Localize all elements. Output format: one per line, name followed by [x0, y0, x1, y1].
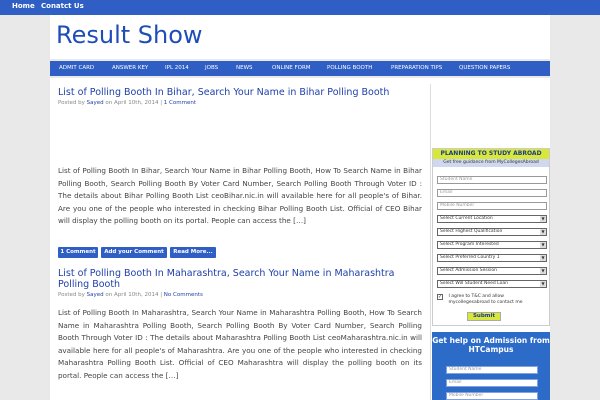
meta-comments[interactable]: 1 Comment — [164, 100, 196, 106]
agree-row: ✓ I agree to T&C and allow mycollegesabr… — [437, 294, 547, 306]
post-maharashtra: List of Polling Booth In Maharashtra, Se… — [58, 268, 422, 298]
country-select-value: Select Preferred Country 1 — [440, 255, 500, 260]
location-select[interactable]: Select Current Location ▼ — [437, 215, 547, 223]
nav-item-ipl-2014[interactable]: IPL 2014 — [165, 65, 189, 71]
htcampus-title: Get help on Admission from HTCampus — [432, 336, 550, 354]
dropdown-arrow-icon: ▼ — [540, 216, 546, 222]
top-link-contact[interactable]: Conatct Us — [41, 2, 84, 10]
qualification-select-value: Select Highest Qualification — [440, 229, 503, 234]
post-excerpt: List of Polling Booth In Maharashtra, Se… — [58, 308, 422, 380]
dropdown-arrow-icon: ▼ — [540, 229, 546, 235]
meta-comments[interactable]: No Comments — [164, 292, 203, 298]
session-select[interactable]: Select Admission Session ▼ — [437, 267, 547, 275]
program-select[interactable]: Select Program Interested ▼ — [437, 241, 547, 249]
post-meta: Posted by Sayed on April 10th, 2014 | 1 … — [58, 100, 422, 106]
meta-date: on April 10th, 2014 | — [105, 292, 163, 298]
meta-date: on April 10th, 2014 | — [105, 100, 163, 106]
add-comment-button[interactable]: Add your Comment — [101, 247, 167, 258]
nav-item-jobs[interactable]: JOBS — [205, 65, 218, 71]
loan-select-value: Select Will Student Need Loan — [440, 281, 508, 286]
post-excerpt: List of Polling Booth In Bihar, Search Y… — [58, 166, 422, 226]
post-bihar: List of Polling Booth In Bihar, Search Y… — [58, 87, 422, 106]
student-name-input[interactable]: Student Name — [437, 176, 547, 184]
nav-item-question-papers[interactable]: QUESTION PAPERS — [459, 65, 510, 71]
email-input[interactable]: Email — [437, 189, 547, 197]
country-select[interactable]: Select Preferred Country 1 ▼ — [437, 254, 547, 262]
dropdown-arrow-icon: ▼ — [540, 281, 546, 287]
agree-label: I agree to T&C and allow mycollegesabroa… — [448, 294, 523, 305]
meta-prefix: Posted by — [58, 292, 85, 298]
study-abroad-form: PLANNING TO STUDY ABROAD Get free guidan… — [432, 148, 550, 326]
nav-item-news[interactable]: NEWS — [236, 65, 253, 71]
site-title[interactable]: Result Show — [56, 21, 203, 49]
qualification-select[interactable]: Select Highest Qualification ▼ — [437, 228, 547, 236]
nav-item-polling-booth[interactable]: POLLING BOOTH — [327, 65, 372, 71]
column-divider — [430, 84, 431, 400]
email-input[interactable]: Email — [446, 379, 538, 387]
meta-prefix: Posted by — [58, 100, 85, 106]
dropdown-arrow-icon: ▼ — [540, 255, 546, 261]
meta-author[interactable]: Sayed — [87, 100, 104, 106]
location-select-value: Select Current Location — [440, 216, 493, 221]
loan-select[interactable]: Select Will Student Need Loan ▼ — [437, 280, 547, 288]
nav-item-preparation-tips[interactable]: PREPARATION TIPS — [391, 65, 442, 71]
agree-checkbox[interactable]: ✓ — [437, 294, 443, 300]
post-title[interactable]: List of Polling Booth In Bihar, Search Y… — [58, 87, 422, 98]
main-nav: ADMIT CARD ANSWER KEY IPL 2014 JOBS NEWS… — [50, 61, 550, 76]
submit-button[interactable]: Submit — [467, 312, 501, 321]
mobile-input[interactable]: Mobile Number — [446, 392, 538, 400]
site-header: Result Show — [50, 15, 550, 59]
read-more-button[interactable]: Read More... — [170, 247, 216, 258]
study-abroad-subtitle: Get free guidance from MyCollegesAbroad — [433, 159, 549, 167]
comment-count-button[interactable]: 1 Comment — [58, 247, 98, 258]
mobile-input[interactable]: Mobile Number — [437, 202, 547, 210]
post-title[interactable]: List of Polling Booth In Maharashtra, Se… — [58, 268, 422, 290]
dropdown-arrow-icon: ▼ — [540, 268, 546, 274]
student-name-input[interactable]: Student Name — [446, 366, 538, 374]
study-abroad-title: PLANNING TO STUDY ABROAD — [433, 149, 549, 159]
nav-item-online-form[interactable]: ONLINE FORM — [272, 65, 311, 71]
top-link-home[interactable]: Home — [12, 2, 35, 10]
dropdown-arrow-icon: ▼ — [540, 242, 546, 248]
post-meta: Posted by Sayed on April 10th, 2014 | No… — [58, 292, 422, 298]
top-bar: Home Conatct Us — [0, 0, 600, 15]
htcampus-form: Get help on Admission from HTCampus Stud… — [432, 332, 550, 400]
meta-author[interactable]: Sayed — [87, 292, 104, 298]
program-select-value: Select Program Interested — [440, 242, 499, 247]
nav-item-answer-key[interactable]: ANSWER KEY — [112, 65, 148, 71]
nav-item-admit-card[interactable]: ADMIT CARD — [59, 65, 94, 71]
session-select-value: Select Admission Session — [440, 268, 497, 273]
